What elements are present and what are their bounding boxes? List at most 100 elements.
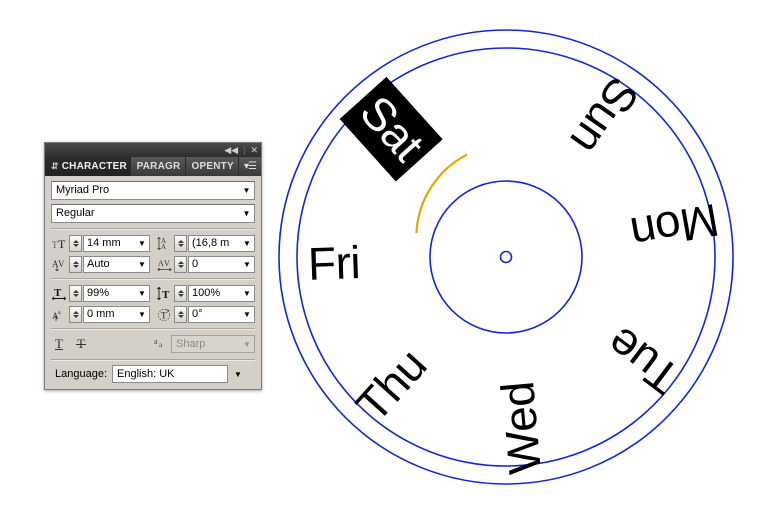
horizontal-scale-value: 99%: [87, 287, 110, 299]
center-point: [499, 250, 513, 264]
tracking-icon: A V: [156, 256, 174, 272]
svg-text:a: a: [154, 337, 158, 346]
tab-paragraph[interactable]: PARAGR: [130, 157, 186, 176]
wheel-label-wed[interactable]: Wed: [490, 380, 552, 477]
panel-titlebar[interactable]: ◀◀ | ✕: [45, 143, 261, 157]
kerning-stepper[interactable]: [69, 255, 82, 273]
field-character-rotation[interactable]: T 0° ▼: [156, 305, 255, 323]
field-leading[interactable]: A A (16,8 m ▼: [156, 234, 255, 252]
wheel-label-text: Wed: [491, 380, 551, 477]
svg-text:T: T: [58, 237, 66, 250]
font-family-value: Myriad Pro: [56, 184, 110, 196]
font-family-row: Myriad Pro ▼: [51, 181, 255, 200]
divider: [51, 328, 255, 330]
divider: [51, 278, 255, 280]
baseline-shift-input[interactable]: 0 mm ▼: [83, 305, 150, 323]
horizontal-scale-input[interactable]: 99% ▼: [83, 284, 150, 302]
chevron-down-icon[interactable]: ▼: [239, 186, 254, 195]
chevron-down-icon[interactable]: ▼: [240, 310, 254, 319]
font-style-row: Regular ▼: [51, 204, 255, 223]
vertical-scale-stepper[interactable]: [174, 284, 187, 302]
tracking-stepper[interactable]: [174, 255, 187, 273]
tab-character[interactable]: ⇵ CHARACTER: [45, 157, 131, 176]
panel-tab-strip[interactable]: ⇵ CHARACTER PARAGR OPENTY ▾☰: [45, 157, 261, 176]
language-value: English: UK: [117, 368, 175, 380]
character-rotation-value: 0°: [192, 308, 203, 320]
kerning-value: Auto: [87, 258, 110, 270]
close-icon[interactable]: ✕: [250, 145, 258, 155]
character-panel[interactable]: ◀◀ | ✕ ⇵ CHARACTER PARAGR OPENTY ▾☰ Myri…: [44, 142, 262, 390]
font-size-icon: T T: [51, 235, 69, 251]
font-style-combo[interactable]: Regular ▼: [51, 204, 255, 223]
metrics-grid-bottom: T 99% ▼ T 100% ▼ A a 0 mm ▼ T 0° ▼: [51, 284, 255, 323]
chevron-down-icon[interactable]: ▼: [240, 260, 254, 269]
collapse-icon[interactable]: ◀◀: [224, 145, 238, 155]
svg-text:V: V: [58, 259, 65, 269]
baseline-shift-stepper[interactable]: [69, 305, 82, 323]
leading-icon: A A: [156, 235, 174, 251]
antialias-group: a a Sharp ▼: [154, 335, 255, 353]
antialias-select[interactable]: Sharp ▼: [171, 335, 255, 353]
baseline-shift-value: 0 mm: [87, 308, 115, 320]
language-row: Language: English: UK ▼: [51, 365, 255, 383]
field-horizontal-scale[interactable]: T 99% ▼: [51, 284, 150, 302]
field-font-size[interactable]: T T 14 mm ▼: [51, 234, 150, 252]
language-label: Language:: [55, 368, 107, 380]
tab-grip-icon: ⇵: [51, 161, 59, 171]
character-rotation-input[interactable]: 0° ▼: [188, 305, 255, 323]
underline-button[interactable]: T: [55, 337, 63, 351]
panel-menu-icon[interactable]: ▾☰: [239, 157, 261, 176]
font-family-combo[interactable]: Myriad Pro ▼: [51, 181, 255, 200]
font-style-value: Regular: [56, 207, 95, 219]
text-style-row: T T a a Sharp ▼: [51, 334, 255, 354]
svg-text:T: T: [162, 289, 170, 300]
horizontal-scale-stepper[interactable]: [69, 284, 82, 302]
hub-circle: [429, 180, 583, 334]
divider: [51, 359, 255, 361]
vertical-scale-input[interactable]: 100% ▼: [188, 284, 255, 302]
character-rotation-icon: T: [156, 306, 174, 322]
field-vertical-scale[interactable]: T 100% ▼: [156, 284, 255, 302]
tab-opentype-label: OPENTY: [191, 161, 234, 172]
kerning-input[interactable]: Auto ▼: [83, 255, 150, 273]
leading-value: (16,8 m: [192, 237, 230, 249]
field-baseline-shift[interactable]: A a 0 mm ▼: [51, 305, 150, 323]
wheel-label-fri[interactable]: Fri: [307, 235, 361, 291]
character-rotation-stepper[interactable]: [174, 305, 187, 323]
field-kerning[interactable]: A V Auto ▼: [51, 255, 150, 273]
antialias-value: Sharp: [176, 338, 206, 350]
chevron-down-icon[interactable]: ▼: [239, 209, 254, 218]
wheel-label-text: Fri: [307, 236, 362, 290]
chevron-down-icon[interactable]: ▼: [240, 340, 254, 349]
svg-text:T: T: [161, 310, 167, 320]
kerning-icon: A V: [51, 256, 69, 272]
antialias-icon: a a: [154, 336, 168, 352]
chevron-down-icon[interactable]: ▼: [230, 370, 246, 379]
chevron-down-icon[interactable]: ▼: [135, 239, 149, 248]
baseline-shift-icon: A a: [51, 306, 69, 322]
metrics-grid-top: T T 14 mm ▼ A A (16,8 m ▼ A V Auto ▼ A V…: [51, 234, 255, 273]
tracking-value: 0: [192, 258, 199, 270]
tab-opentype[interactable]: OPENTY: [185, 157, 240, 176]
chevron-down-icon[interactable]: ▼: [240, 239, 254, 248]
svg-text:a: a: [159, 341, 163, 349]
language-select[interactable]: English: UK: [112, 365, 228, 383]
leading-stepper[interactable]: [174, 234, 187, 252]
font-size-stepper[interactable]: [69, 234, 82, 252]
font-size-input[interactable]: 14 mm ▼: [83, 234, 150, 252]
strikethrough-button[interactable]: T: [75, 337, 86, 351]
chevron-down-icon[interactable]: ▼: [135, 310, 149, 319]
panel-body: Myriad Pro ▼ Regular ▼ T T 14 mm ▼ A A (…: [45, 176, 261, 389]
svg-text:a: a: [58, 310, 61, 316]
tab-paragraph-label: PARAGR: [136, 161, 181, 172]
vertical-scale-value: 100%: [192, 287, 221, 299]
leading-input[interactable]: (16,8 m ▼: [188, 234, 255, 252]
tracking-input[interactable]: 0 ▼: [188, 255, 255, 273]
horizontal-scale-icon: T: [51, 285, 69, 301]
vertical-scale-icon: T: [156, 285, 174, 301]
chevron-down-icon[interactable]: ▼: [135, 260, 149, 269]
chevron-down-icon[interactable]: ▼: [240, 289, 254, 298]
chevron-down-icon[interactable]: ▼: [135, 289, 149, 298]
field-tracking[interactable]: A V 0 ▼: [156, 255, 255, 273]
tab-character-label: CHARACTER: [61, 161, 127, 172]
